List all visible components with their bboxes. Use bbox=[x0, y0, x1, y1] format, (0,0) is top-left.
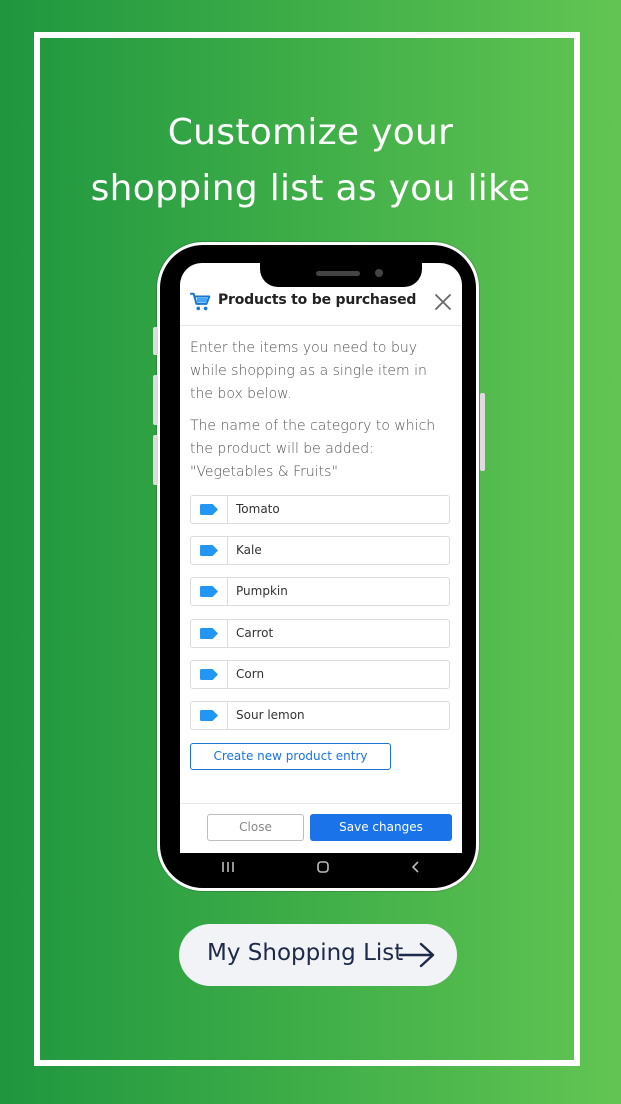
phone-notch bbox=[260, 263, 422, 287]
tag-icon bbox=[191, 578, 228, 605]
product-entry-row bbox=[190, 536, 450, 565]
tag-icon bbox=[191, 702, 228, 729]
close-button[interactable]: Close bbox=[207, 814, 304, 841]
headline-line-1: Customize your bbox=[167, 112, 454, 153]
phone-screen: Products to be purchased Enter the items… bbox=[180, 263, 462, 853]
android-nav-bar bbox=[180, 853, 462, 881]
tag-icon bbox=[191, 537, 228, 564]
recent-apps-icon[interactable] bbox=[221, 861, 235, 873]
product-input[interactable] bbox=[228, 661, 449, 688]
phone-side-button bbox=[153, 327, 158, 355]
product-entry-row bbox=[190, 701, 450, 730]
tag-icon bbox=[191, 661, 228, 688]
category-note: The name of the category to which the pr… bbox=[190, 418, 436, 480]
product-input[interactable] bbox=[228, 620, 449, 647]
save-changes-button[interactable]: Save changes bbox=[310, 814, 452, 841]
my-shopping-list-label: My Shopping List bbox=[207, 940, 404, 966]
product-entry-row bbox=[190, 619, 450, 648]
create-product-entry-button[interactable]: Create new product entry bbox=[190, 743, 391, 770]
product-input[interactable] bbox=[228, 537, 449, 564]
headline: Customize your shopping list as you like bbox=[0, 105, 621, 217]
product-input[interactable] bbox=[228, 496, 449, 523]
home-icon[interactable] bbox=[316, 860, 330, 874]
phone-volume-down bbox=[153, 435, 158, 485]
product-input[interactable] bbox=[228, 702, 449, 729]
product-input[interactable] bbox=[228, 578, 449, 605]
phone-mockup: Products to be purchased Enter the items… bbox=[153, 242, 485, 891]
shopping-cart-icon bbox=[190, 292, 211, 311]
headline-line-2: shopping list as you like bbox=[90, 168, 531, 209]
dialog-header: Products to be purchased bbox=[180, 287, 462, 326]
phone-volume-up bbox=[153, 375, 158, 425]
phone-power-button bbox=[480, 393, 485, 471]
arrow-right-icon bbox=[399, 942, 435, 968]
back-icon[interactable] bbox=[411, 860, 421, 874]
dialog-footer: Close Save changes bbox=[180, 803, 462, 853]
tag-icon bbox=[191, 496, 228, 523]
front-camera bbox=[375, 269, 383, 277]
close-icon[interactable] bbox=[434, 293, 452, 311]
product-entry-row bbox=[190, 577, 450, 606]
product-entry-row bbox=[190, 660, 450, 689]
tag-icon bbox=[191, 620, 228, 647]
speaker-grille bbox=[316, 271, 360, 276]
product-entry-row bbox=[190, 495, 450, 524]
dialog-title: Products to be purchased bbox=[218, 292, 417, 308]
dialog-instruction: Enter the items you need to buy while sh… bbox=[190, 340, 427, 402]
my-shopping-list-button[interactable]: My Shopping List bbox=[179, 924, 457, 986]
